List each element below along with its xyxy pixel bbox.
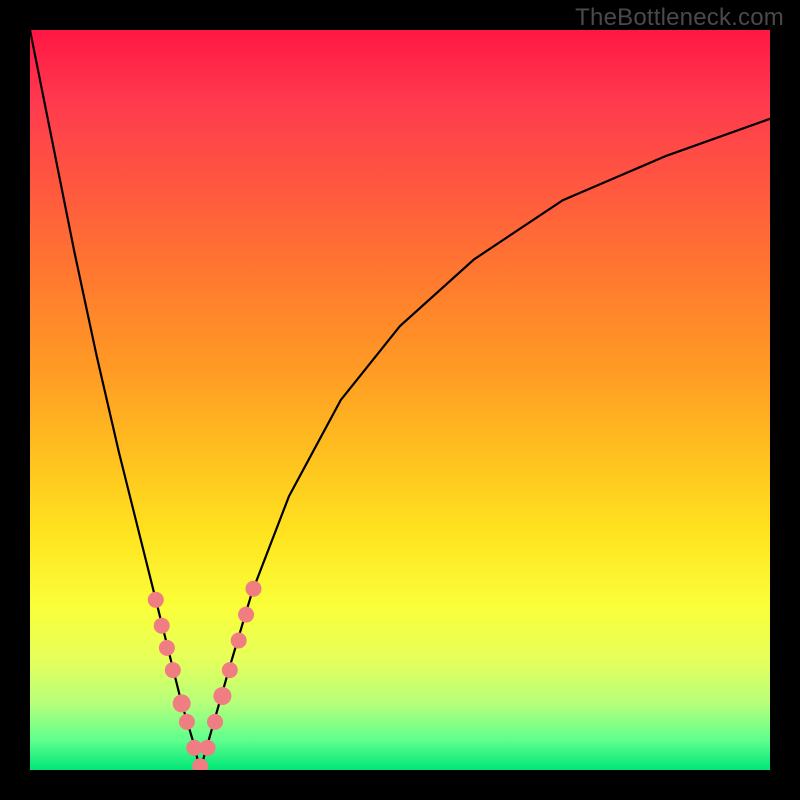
- data-point: [173, 694, 191, 712]
- data-point: [222, 662, 238, 678]
- bottleneck-curve: [30, 30, 770, 770]
- chart-frame: TheBottleneck.com: [0, 0, 800, 800]
- data-point: [179, 714, 195, 730]
- data-point: [148, 592, 164, 608]
- data-point: [238, 607, 254, 623]
- data-point: [165, 662, 181, 678]
- plot-area: [30, 30, 770, 770]
- data-point: [200, 740, 216, 756]
- data-point: [245, 581, 261, 597]
- data-point: [192, 758, 208, 770]
- data-point: [159, 640, 175, 656]
- data-points: [148, 581, 262, 770]
- data-point: [154, 618, 170, 634]
- chart-svg: [30, 30, 770, 770]
- attribution-text: TheBottleneck.com: [575, 4, 784, 31]
- data-point: [231, 633, 247, 649]
- attribution-label: TheBottleneck.com: [575, 4, 784, 32]
- data-point: [213, 687, 231, 705]
- data-point: [207, 714, 223, 730]
